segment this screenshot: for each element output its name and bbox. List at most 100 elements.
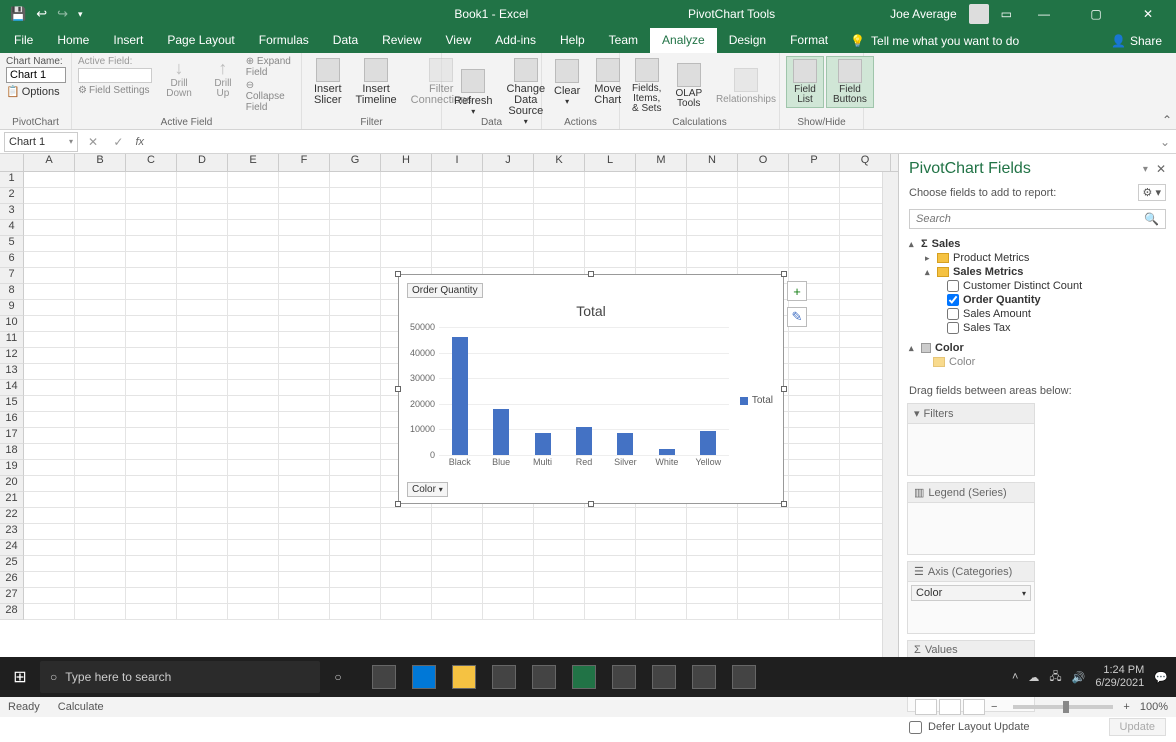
tree-field[interactable]: Customer Distinct Count bbox=[963, 280, 1082, 292]
share-button[interactable]: 👤 Share bbox=[1097, 34, 1176, 48]
tab-format[interactable]: Format bbox=[778, 28, 840, 53]
minimize-button[interactable]: — bbox=[1024, 0, 1064, 28]
cell[interactable] bbox=[24, 364, 75, 380]
chart-value-field-button[interactable]: Order Quantity bbox=[407, 283, 483, 298]
resize-handle[interactable] bbox=[588, 271, 594, 277]
cell[interactable] bbox=[585, 252, 636, 268]
cell[interactable] bbox=[177, 316, 228, 332]
cell[interactable] bbox=[585, 188, 636, 204]
cell[interactable] bbox=[738, 252, 789, 268]
tab-help[interactable]: Help bbox=[548, 28, 597, 53]
cell[interactable] bbox=[585, 508, 636, 524]
cell[interactable] bbox=[432, 588, 483, 604]
cell[interactable] bbox=[177, 236, 228, 252]
cell[interactable] bbox=[177, 604, 228, 620]
column-header[interactable]: K bbox=[534, 154, 585, 171]
cell[interactable] bbox=[75, 204, 126, 220]
cell[interactable] bbox=[126, 332, 177, 348]
cell[interactable] bbox=[687, 236, 738, 252]
cell[interactable] bbox=[279, 556, 330, 572]
cell[interactable] bbox=[432, 172, 483, 188]
cell[interactable] bbox=[228, 588, 279, 604]
cell[interactable] bbox=[126, 204, 177, 220]
cell[interactable] bbox=[330, 524, 381, 540]
cell[interactable] bbox=[687, 188, 738, 204]
cell[interactable] bbox=[177, 220, 228, 236]
expand-field-button[interactable]: ⊕ Expand Field bbox=[246, 56, 295, 78]
cell[interactable] bbox=[228, 284, 279, 300]
tree-field[interactable]: Color bbox=[949, 356, 975, 368]
cell[interactable] bbox=[432, 540, 483, 556]
zoom-thumb[interactable] bbox=[1063, 701, 1069, 713]
store-icon[interactable] bbox=[484, 657, 524, 697]
cell[interactable] bbox=[636, 236, 687, 252]
cell[interactable] bbox=[279, 604, 330, 620]
cell[interactable] bbox=[483, 556, 534, 572]
zoom-slider[interactable] bbox=[1013, 705, 1113, 709]
resize-handle[interactable] bbox=[395, 271, 401, 277]
cell[interactable] bbox=[126, 460, 177, 476]
cancel-formula-icon[interactable]: ✕ bbox=[82, 135, 104, 149]
column-header[interactable]: G bbox=[330, 154, 381, 171]
row-header[interactable]: 7 bbox=[0, 268, 24, 284]
cell[interactable] bbox=[789, 172, 840, 188]
cell[interactable] bbox=[279, 284, 330, 300]
cell[interactable] bbox=[228, 364, 279, 380]
cell[interactable] bbox=[228, 604, 279, 620]
cell[interactable] bbox=[330, 476, 381, 492]
tab-analyze[interactable]: Analyze bbox=[650, 28, 717, 53]
cell[interactable] bbox=[75, 348, 126, 364]
qat-customize-icon[interactable]: ▾ bbox=[78, 9, 83, 20]
cell[interactable] bbox=[738, 508, 789, 524]
cell[interactable] bbox=[687, 252, 738, 268]
cell[interactable] bbox=[738, 188, 789, 204]
collapse-ribbon-icon[interactable]: ⌃ bbox=[1162, 113, 1172, 127]
cell[interactable] bbox=[228, 524, 279, 540]
cell[interactable] bbox=[177, 348, 228, 364]
row-header[interactable]: 26 bbox=[0, 572, 24, 588]
cell[interactable] bbox=[177, 188, 228, 204]
cell[interactable] bbox=[24, 556, 75, 572]
cell[interactable] bbox=[330, 364, 381, 380]
cell[interactable] bbox=[789, 204, 840, 220]
cell[interactable] bbox=[24, 460, 75, 476]
cell[interactable] bbox=[432, 556, 483, 572]
cell[interactable] bbox=[738, 540, 789, 556]
chart-styles-button[interactable]: ✎ bbox=[787, 307, 807, 327]
cell[interactable] bbox=[330, 172, 381, 188]
cell[interactable] bbox=[24, 588, 75, 604]
cell[interactable] bbox=[24, 348, 75, 364]
cell[interactable] bbox=[228, 444, 279, 460]
page-break-view-button[interactable] bbox=[963, 699, 985, 715]
cell[interactable] bbox=[279, 380, 330, 396]
resize-handle[interactable] bbox=[395, 386, 401, 392]
cell[interactable] bbox=[687, 508, 738, 524]
field-checkbox[interactable] bbox=[947, 308, 959, 320]
cell[interactable] bbox=[687, 204, 738, 220]
cell[interactable] bbox=[126, 556, 177, 572]
edge-icon[interactable] bbox=[404, 657, 444, 697]
cell[interactable] bbox=[126, 172, 177, 188]
cell[interactable] bbox=[279, 492, 330, 508]
cell[interactable] bbox=[738, 588, 789, 604]
cell[interactable] bbox=[279, 348, 330, 364]
cell[interactable] bbox=[534, 508, 585, 524]
tray-cloud-icon[interactable]: ☁ bbox=[1028, 671, 1039, 684]
cell[interactable] bbox=[534, 572, 585, 588]
cell[interactable] bbox=[75, 540, 126, 556]
cell[interactable] bbox=[126, 412, 177, 428]
cell[interactable] bbox=[330, 284, 381, 300]
column-header[interactable]: I bbox=[432, 154, 483, 171]
tab-addins[interactable]: Add-ins bbox=[483, 28, 548, 53]
tray-network-icon[interactable]: 🖧 bbox=[1049, 668, 1061, 687]
row-header[interactable]: 14 bbox=[0, 380, 24, 396]
cell[interactable] bbox=[24, 508, 75, 524]
cell[interactable] bbox=[24, 540, 75, 556]
column-header[interactable]: C bbox=[126, 154, 177, 171]
cell[interactable] bbox=[279, 204, 330, 220]
field-checkbox[interactable] bbox=[947, 280, 959, 292]
cell[interactable] bbox=[789, 444, 840, 460]
cell[interactable] bbox=[330, 236, 381, 252]
cell[interactable] bbox=[789, 364, 840, 380]
chart-bar[interactable] bbox=[659, 449, 675, 455]
